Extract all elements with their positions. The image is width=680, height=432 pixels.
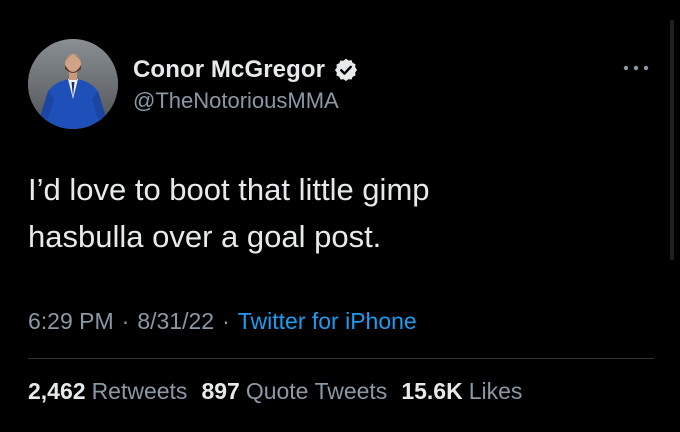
retweets-count: 2,462: [28, 378, 86, 404]
retweets-label: Retweets: [91, 378, 188, 404]
tweet-card: Conor McGregor @TheNotoriousMMA I’d love…: [0, 0, 680, 432]
likes-label: Likes: [468, 378, 523, 404]
quote-tweets-count: 897: [201, 378, 240, 404]
meta-separator: ·: [121, 308, 130, 334]
quote-tweets-label: Quote Tweets: [245, 378, 388, 404]
engagement-stats: 2,462 Retweets 897 Quote Tweets 15.6K Likes: [28, 378, 522, 405]
avatar[interactable]: [28, 39, 118, 129]
more-dots-icon: [623, 65, 649, 71]
tweet-meta: 6:29 PM · 8/31/22 · Twitter for iPhone: [28, 308, 417, 335]
tweet-date[interactable]: 8/31/22: [137, 308, 214, 334]
divider: [28, 358, 654, 359]
scrollbar[interactable]: [670, 20, 674, 260]
tweet-time[interactable]: 6:29 PM: [28, 308, 114, 334]
tweet-text: I’d love to boot that little gimp hasbul…: [28, 172, 430, 254]
likes-count: 15.6K: [401, 378, 463, 404]
user-handle[interactable]: @TheNotoriousMMA: [133, 88, 339, 114]
display-name[interactable]: Conor McGregor: [133, 56, 325, 84]
tweet-source-link[interactable]: Twitter for iPhone: [238, 308, 417, 334]
more-options-button[interactable]: [618, 56, 654, 80]
likes-stat[interactable]: 15.6K Likes: [401, 378, 522, 405]
retweets-stat[interactable]: 2,462 Retweets: [28, 378, 187, 405]
quote-tweets-stat[interactable]: 897 Quote Tweets: [201, 378, 387, 405]
meta-separator: ·: [222, 308, 230, 334]
profile-photo-icon: [28, 39, 118, 129]
author-name-row[interactable]: Conor McGregor: [133, 56, 359, 84]
verified-badge-icon: [333, 57, 359, 83]
